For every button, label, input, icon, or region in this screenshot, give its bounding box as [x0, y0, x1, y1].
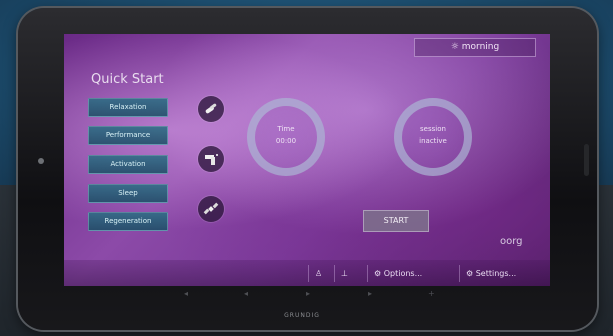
settings-button[interactable]: ⚙ Settings...	[459, 265, 544, 282]
timer-label: Time	[277, 125, 295, 133]
session-label: session	[420, 125, 446, 133]
bed-icon[interactable]: ⊥	[334, 265, 355, 282]
options-label: Options...	[383, 269, 423, 278]
side-button	[584, 144, 589, 176]
settings-label: Settings...	[475, 269, 517, 278]
logo: oorg	[500, 236, 523, 247]
satellite-icon[interactable]	[198, 196, 224, 222]
home-nav-icon[interactable]: ◂	[244, 289, 248, 299]
pills-icon[interactable]	[198, 96, 224, 122]
options-button[interactable]: ⚙ Options...	[367, 265, 446, 282]
sleep-button[interactable]: Sleep	[88, 184, 168, 203]
activation-button[interactable]: Activation	[88, 155, 168, 174]
timer-value: 00:00	[275, 137, 297, 145]
spray-icon[interactable]	[198, 146, 224, 172]
screen: ☼ morning Quick Start Relaxation Perform…	[64, 34, 550, 286]
relaxation-button[interactable]: Relaxation	[88, 98, 168, 117]
start-button[interactable]: START	[363, 210, 429, 232]
settings-icon: ⚙	[466, 269, 474, 278]
status-indicator[interactable]: ☼ morning	[414, 38, 536, 57]
bottom-bar: ♙ ⊥ ⚙ Options... ⚙ Settings...	[64, 260, 550, 286]
quick-start-title: Quick Start	[91, 72, 164, 87]
menu-nav-icon[interactable]: ▸	[368, 289, 372, 299]
back-nav-icon[interactable]: ◂	[184, 289, 188, 299]
camera-icon	[38, 158, 44, 164]
performance-button[interactable]: Performance	[88, 126, 168, 145]
brand-logo: GRUNDIG	[284, 312, 320, 319]
top-bar: ☼ morning	[64, 34, 550, 57]
figure-icon[interactable]: ♙	[308, 265, 329, 282]
options-icon: ⚙	[374, 269, 382, 278]
sun-icon: ☼	[450, 42, 459, 52]
recent-nav-icon[interactable]: ▸	[306, 289, 310, 299]
timer-ring: Time 00:00	[247, 98, 325, 176]
status-label: morning	[461, 42, 500, 52]
add-nav-icon[interactable]: +	[428, 289, 435, 299]
session-ring: session inactive	[394, 98, 472, 176]
session-value: inactive	[419, 137, 447, 145]
regeneration-button[interactable]: Regeneration	[88, 212, 168, 231]
